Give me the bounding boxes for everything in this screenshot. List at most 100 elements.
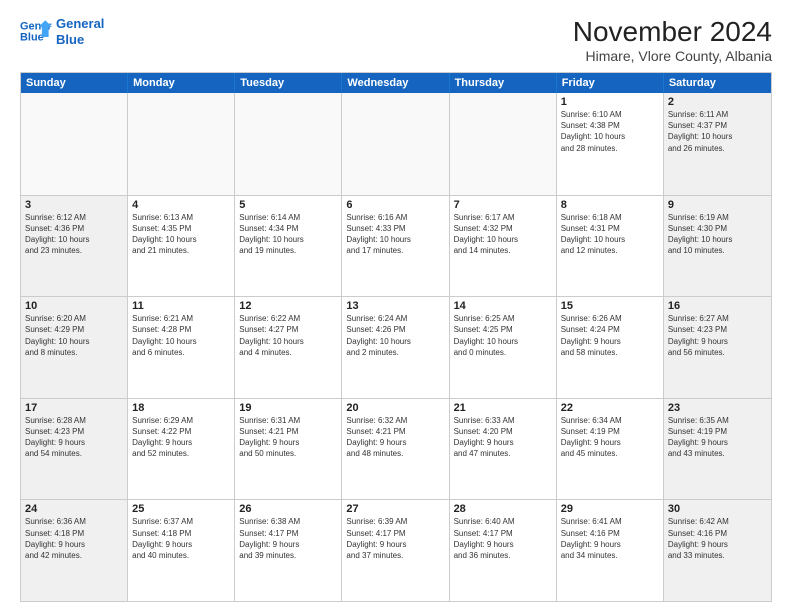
calendar-cell: 6Sunrise: 6:16 AM Sunset: 4:33 PM Daylig… [342, 196, 449, 297]
day-number: 26 [239, 503, 337, 515]
cell-info: Sunrise: 6:11 AM Sunset: 4:37 PM Dayligh… [668, 109, 767, 154]
page: General Blue General Blue November 2024 … [0, 0, 792, 612]
day-number: 11 [132, 300, 230, 312]
cell-info: Sunrise: 6:18 AM Sunset: 4:31 PM Dayligh… [561, 212, 659, 257]
day-number: 13 [346, 300, 444, 312]
day-number: 14 [454, 300, 552, 312]
cell-info: Sunrise: 6:21 AM Sunset: 4:28 PM Dayligh… [132, 313, 230, 358]
day-number: 25 [132, 503, 230, 515]
day-number: 10 [25, 300, 123, 312]
calendar-cell: 24Sunrise: 6:36 AM Sunset: 4:18 PM Dayli… [21, 500, 128, 601]
header-day-tuesday: Tuesday [235, 73, 342, 93]
header-day-friday: Friday [557, 73, 664, 93]
calendar-cell [128, 93, 235, 195]
day-number: 29 [561, 503, 659, 515]
day-number: 9 [668, 199, 767, 211]
month-title: November 2024 [573, 16, 772, 48]
logo-text: General Blue [56, 16, 104, 47]
cell-info: Sunrise: 6:25 AM Sunset: 4:25 PM Dayligh… [454, 313, 552, 358]
header-day-monday: Monday [128, 73, 235, 93]
cell-info: Sunrise: 6:28 AM Sunset: 4:23 PM Dayligh… [25, 415, 123, 460]
cell-info: Sunrise: 6:37 AM Sunset: 4:18 PM Dayligh… [132, 516, 230, 561]
day-number: 18 [132, 402, 230, 414]
day-number: 2 [668, 96, 767, 108]
calendar-cell: 25Sunrise: 6:37 AM Sunset: 4:18 PM Dayli… [128, 500, 235, 601]
calendar-week-4: 17Sunrise: 6:28 AM Sunset: 4:23 PM Dayli… [21, 398, 771, 500]
calendar-cell: 19Sunrise: 6:31 AM Sunset: 4:21 PM Dayli… [235, 399, 342, 500]
calendar-cell: 23Sunrise: 6:35 AM Sunset: 4:19 PM Dayli… [664, 399, 771, 500]
calendar-cell: 5Sunrise: 6:14 AM Sunset: 4:34 PM Daylig… [235, 196, 342, 297]
calendar-cell: 8Sunrise: 6:18 AM Sunset: 4:31 PM Daylig… [557, 196, 664, 297]
calendar-cell: 9Sunrise: 6:19 AM Sunset: 4:30 PM Daylig… [664, 196, 771, 297]
cell-info: Sunrise: 6:13 AM Sunset: 4:35 PM Dayligh… [132, 212, 230, 257]
cell-info: Sunrise: 6:32 AM Sunset: 4:21 PM Dayligh… [346, 415, 444, 460]
calendar-cell: 7Sunrise: 6:17 AM Sunset: 4:32 PM Daylig… [450, 196, 557, 297]
calendar-cell: 18Sunrise: 6:29 AM Sunset: 4:22 PM Dayli… [128, 399, 235, 500]
calendar-cell: 15Sunrise: 6:26 AM Sunset: 4:24 PM Dayli… [557, 297, 664, 398]
day-number: 20 [346, 402, 444, 414]
logo-line2: Blue [56, 32, 84, 47]
cell-info: Sunrise: 6:34 AM Sunset: 4:19 PM Dayligh… [561, 415, 659, 460]
header-day-saturday: Saturday [664, 73, 771, 93]
cell-info: Sunrise: 6:14 AM Sunset: 4:34 PM Dayligh… [239, 212, 337, 257]
calendar-cell: 30Sunrise: 6:42 AM Sunset: 4:16 PM Dayli… [664, 500, 771, 601]
cell-info: Sunrise: 6:36 AM Sunset: 4:18 PM Dayligh… [25, 516, 123, 561]
day-number: 5 [239, 199, 337, 211]
logo-icon: General Blue [20, 18, 52, 46]
cell-info: Sunrise: 6:41 AM Sunset: 4:16 PM Dayligh… [561, 516, 659, 561]
day-number: 17 [25, 402, 123, 414]
title-block: November 2024 Himare, Vlore County, Alba… [573, 16, 772, 64]
calendar-cell: 17Sunrise: 6:28 AM Sunset: 4:23 PM Dayli… [21, 399, 128, 500]
calendar-cell: 11Sunrise: 6:21 AM Sunset: 4:28 PM Dayli… [128, 297, 235, 398]
calendar-cell: 27Sunrise: 6:39 AM Sunset: 4:17 PM Dayli… [342, 500, 449, 601]
logo: General Blue General Blue [20, 16, 104, 47]
calendar-week-5: 24Sunrise: 6:36 AM Sunset: 4:18 PM Dayli… [21, 499, 771, 601]
cell-info: Sunrise: 6:33 AM Sunset: 4:20 PM Dayligh… [454, 415, 552, 460]
calendar-cell: 1Sunrise: 6:10 AM Sunset: 4:38 PM Daylig… [557, 93, 664, 195]
calendar-cell: 16Sunrise: 6:27 AM Sunset: 4:23 PM Dayli… [664, 297, 771, 398]
day-number: 22 [561, 402, 659, 414]
calendar-cell: 29Sunrise: 6:41 AM Sunset: 4:16 PM Dayli… [557, 500, 664, 601]
calendar-header: SundayMondayTuesdayWednesdayThursdayFrid… [21, 73, 771, 93]
header: General Blue General Blue November 2024 … [20, 16, 772, 64]
calendar-cell: 22Sunrise: 6:34 AM Sunset: 4:19 PM Dayli… [557, 399, 664, 500]
day-number: 15 [561, 300, 659, 312]
day-number: 7 [454, 199, 552, 211]
calendar-body: 1Sunrise: 6:10 AM Sunset: 4:38 PM Daylig… [21, 93, 771, 601]
calendar-cell: 2Sunrise: 6:11 AM Sunset: 4:37 PM Daylig… [664, 93, 771, 195]
cell-info: Sunrise: 6:17 AM Sunset: 4:32 PM Dayligh… [454, 212, 552, 257]
cell-info: Sunrise: 6:24 AM Sunset: 4:26 PM Dayligh… [346, 313, 444, 358]
day-number: 8 [561, 199, 659, 211]
day-number: 19 [239, 402, 337, 414]
day-number: 28 [454, 503, 552, 515]
cell-info: Sunrise: 6:10 AM Sunset: 4:38 PM Dayligh… [561, 109, 659, 154]
cell-info: Sunrise: 6:19 AM Sunset: 4:30 PM Dayligh… [668, 212, 767, 257]
day-number: 1 [561, 96, 659, 108]
cell-info: Sunrise: 6:31 AM Sunset: 4:21 PM Dayligh… [239, 415, 337, 460]
day-number: 30 [668, 503, 767, 515]
day-number: 23 [668, 402, 767, 414]
calendar-cell: 4Sunrise: 6:13 AM Sunset: 4:35 PM Daylig… [128, 196, 235, 297]
calendar-week-3: 10Sunrise: 6:20 AM Sunset: 4:29 PM Dayli… [21, 296, 771, 398]
calendar-week-2: 3Sunrise: 6:12 AM Sunset: 4:36 PM Daylig… [21, 195, 771, 297]
calendar-cell: 13Sunrise: 6:24 AM Sunset: 4:26 PM Dayli… [342, 297, 449, 398]
calendar-cell: 26Sunrise: 6:38 AM Sunset: 4:17 PM Dayli… [235, 500, 342, 601]
day-number: 3 [25, 199, 123, 211]
calendar-cell: 3Sunrise: 6:12 AM Sunset: 4:36 PM Daylig… [21, 196, 128, 297]
calendar-cell [342, 93, 449, 195]
cell-info: Sunrise: 6:39 AM Sunset: 4:17 PM Dayligh… [346, 516, 444, 561]
day-number: 21 [454, 402, 552, 414]
day-number: 24 [25, 503, 123, 515]
cell-info: Sunrise: 6:42 AM Sunset: 4:16 PM Dayligh… [668, 516, 767, 561]
cell-info: Sunrise: 6:20 AM Sunset: 4:29 PM Dayligh… [25, 313, 123, 358]
cell-info: Sunrise: 6:27 AM Sunset: 4:23 PM Dayligh… [668, 313, 767, 358]
location: Himare, Vlore County, Albania [573, 48, 772, 64]
day-number: 16 [668, 300, 767, 312]
calendar-cell: 10Sunrise: 6:20 AM Sunset: 4:29 PM Dayli… [21, 297, 128, 398]
calendar-cell [235, 93, 342, 195]
cell-info: Sunrise: 6:12 AM Sunset: 4:36 PM Dayligh… [25, 212, 123, 257]
calendar-cell: 14Sunrise: 6:25 AM Sunset: 4:25 PM Dayli… [450, 297, 557, 398]
logo-line1: General [56, 16, 104, 31]
cell-info: Sunrise: 6:29 AM Sunset: 4:22 PM Dayligh… [132, 415, 230, 460]
cell-info: Sunrise: 6:26 AM Sunset: 4:24 PM Dayligh… [561, 313, 659, 358]
